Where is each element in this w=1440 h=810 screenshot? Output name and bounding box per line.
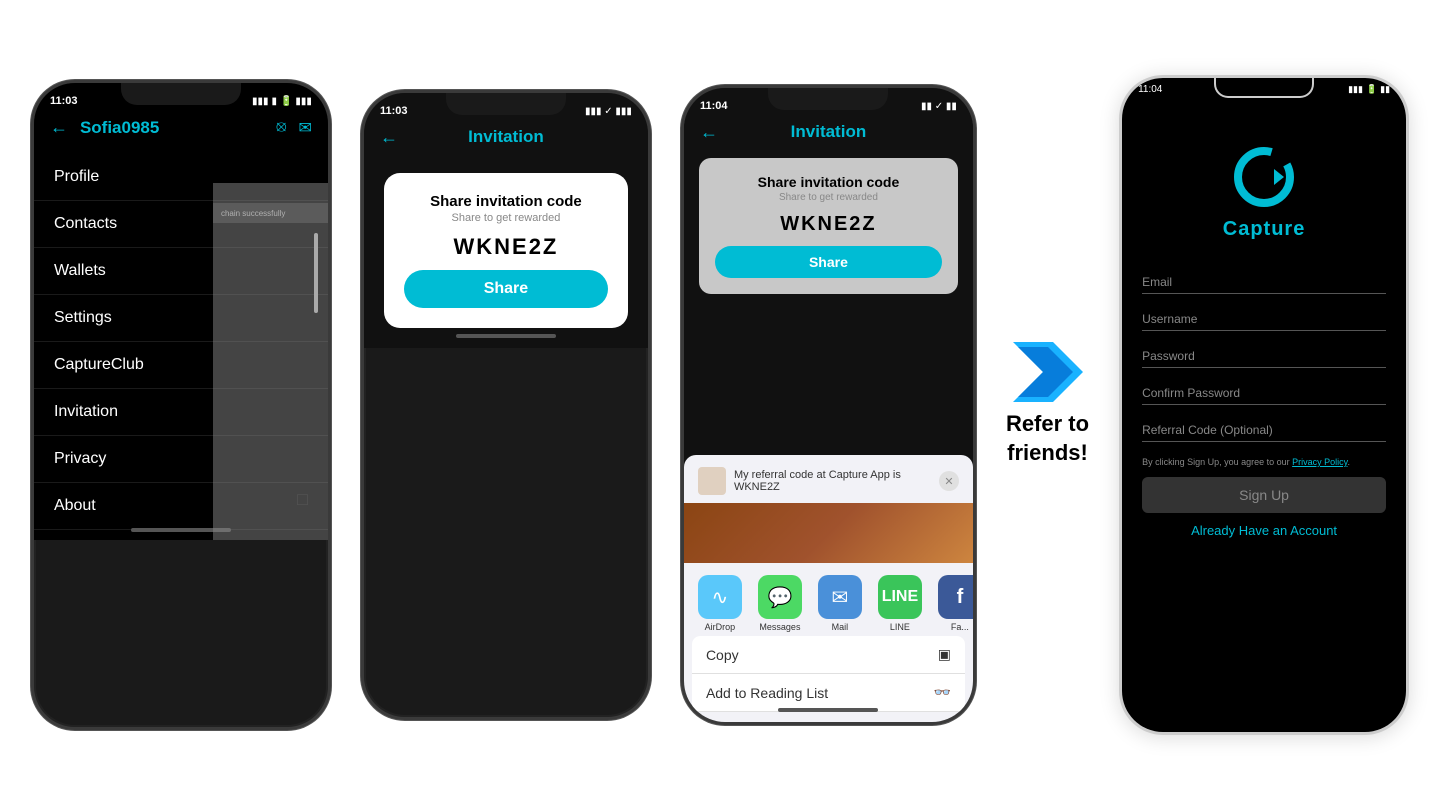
- referral-label: Referral Code (Optional): [1142, 423, 1386, 437]
- phone2-header: ← Invitation: [364, 121, 648, 153]
- status-icons-2: ▮▮▮ ✓ ▮▮▮: [585, 106, 632, 117]
- scrollbar: [314, 233, 318, 313]
- email-label: Email: [1142, 275, 1386, 289]
- phone3-title: Invitation: [791, 122, 867, 142]
- share-sheet: My referral code at Capture App is WKNE2…: [684, 455, 973, 722]
- status-icons-3: ▮▮ ✓ ▮▮: [921, 101, 957, 112]
- password-field: Password: [1142, 345, 1386, 368]
- share-sheet-header: My referral code at Capture App is WKNE2…: [684, 455, 973, 503]
- mail-icon[interactable]: ✉: [299, 118, 312, 138]
- side-text: chain successfully: [221, 209, 285, 218]
- phone2-title: Invitation: [468, 127, 544, 147]
- inv-code-3: WKNE2Z: [715, 213, 942, 236]
- time-1: 11:03: [50, 95, 78, 107]
- capture-logo: Capture: [1122, 95, 1406, 261]
- inv-card-title-2: Share invitation code: [404, 193, 608, 210]
- invitation-card-3: Share invitation code Share to get rewar…: [699, 158, 958, 294]
- fa-label: Fa...: [951, 622, 969, 632]
- status-icons-4: ▮▮▮ 🔋 ▮▮: [1348, 84, 1390, 95]
- status-icons-1: ▮▮▮ ▮ 🔋 ▮▮▮: [252, 96, 312, 107]
- notch-2: [446, 93, 566, 115]
- capture-bottom-icon: □: [297, 489, 308, 510]
- mail-label: Mail: [832, 622, 849, 632]
- signup-button[interactable]: Sign Up: [1142, 477, 1386, 513]
- share-app-mail[interactable]: ✉ Mail: [814, 575, 866, 632]
- share-app-fa[interactable]: f Fa...: [934, 575, 973, 632]
- share-button-3[interactable]: Share: [715, 246, 942, 278]
- notch-4: [1214, 78, 1314, 98]
- time-3: 11:04: [700, 100, 728, 112]
- reading-list-label: Add to Reading List: [706, 685, 828, 701]
- inv-card-title-3: Share invitation code: [715, 174, 942, 190]
- mail-share-icon: ✉: [832, 585, 849, 610]
- terms-text: By clicking Sign Up, you agree to our Pr…: [1142, 456, 1386, 469]
- capture-c-logo: [1232, 145, 1297, 210]
- back-arrow-1[interactable]: ←: [50, 117, 68, 138]
- share-app-line[interactable]: LINE LINE: [874, 575, 926, 632]
- messages-label: Messages: [759, 622, 800, 632]
- share-image-preview: [684, 503, 973, 563]
- airdrop-label: AirDrop: [705, 622, 736, 632]
- copy-icon: ▣: [938, 646, 951, 663]
- fb-icon: f: [957, 586, 964, 609]
- share-preview-text: My referral code at Capture App is WKNE2…: [734, 469, 939, 493]
- share-apps-row: ∿ AirDrop 💬 Messages ✉ Mail: [684, 571, 973, 636]
- airdrop-icon: ∿: [712, 585, 729, 610]
- notch-3: [768, 88, 888, 110]
- preview-icon: [698, 467, 726, 495]
- username-label: Username: [1142, 312, 1386, 326]
- phone3-header: ← Invitation: [684, 116, 973, 148]
- time-2: 11:03: [380, 105, 408, 117]
- phone1-title: Sofia0985: [80, 118, 159, 138]
- arrow-section: Refer to friends!: [1006, 342, 1089, 467]
- confirm-password-field: Confirm Password: [1142, 382, 1386, 405]
- phone-1: 11:03 ▮▮▮ ▮ 🔋 ▮▮▮ ← Sofia0985 ⦻ ✉ chain …: [31, 80, 331, 730]
- blue-arrow-icon: [1013, 342, 1083, 402]
- notch-1: [121, 83, 241, 105]
- back-arrow-3[interactable]: ←: [700, 122, 718, 143]
- close-sheet-button[interactable]: ✕: [939, 471, 959, 491]
- copy-row[interactable]: Copy ▣: [692, 636, 965, 674]
- refer-text: Refer to friends!: [1006, 410, 1089, 467]
- history-icon[interactable]: ⦻: [276, 118, 287, 138]
- privacy-policy-link[interactable]: Privacy Policy: [1292, 457, 1347, 467]
- messages-icon: 💬: [767, 585, 792, 610]
- home-indicator-2: [456, 334, 556, 338]
- share-app-airdrop[interactable]: ∿ AirDrop: [694, 575, 746, 632]
- email-field: Email: [1142, 271, 1386, 294]
- confirm-password-label: Confirm Password: [1142, 386, 1386, 400]
- line-label: LINE: [890, 622, 910, 632]
- glasses-icon: 👓: [934, 684, 951, 701]
- phone1-header: ← Sofia0985 ⦻ ✉: [34, 111, 328, 144]
- time-4: 11:04: [1138, 84, 1162, 95]
- referral-field: Referral Code (Optional): [1142, 419, 1386, 442]
- share-button-2[interactable]: Share: [404, 270, 608, 308]
- header-icons-1: ⦻ ✉: [276, 118, 312, 138]
- home-indicator-3: [778, 708, 878, 712]
- copy-label: Copy: [706, 647, 739, 663]
- inv-code-2: WKNE2Z: [404, 234, 608, 260]
- already-account-link[interactable]: Already Have an Account: [1142, 523, 1386, 538]
- back-arrow-2[interactable]: ←: [380, 127, 398, 148]
- inv-card-subtitle-3: Share to get rewarded: [715, 192, 942, 203]
- invitation-card-2: Share invitation code Share to get rewar…: [384, 173, 628, 328]
- username-field: Username: [1142, 308, 1386, 331]
- password-label: Password: [1142, 349, 1386, 363]
- phone-4: 11:04 ▮▮▮ 🔋 ▮▮ Capture Email Username Pa…: [1119, 75, 1409, 735]
- inv-card-subtitle-2: Share to get rewarded: [404, 212, 608, 224]
- reading-list-row[interactable]: Add to Reading List 👓: [692, 674, 965, 712]
- capture-brand-label: Capture: [1223, 218, 1306, 241]
- line-icon: LINE: [882, 588, 918, 606]
- phone-2: 11:03 ▮▮▮ ✓ ▮▮▮ ← Invitation Share invit…: [361, 90, 651, 720]
- registration-form: Email Username Password Confirm Password…: [1122, 261, 1406, 548]
- share-rows: Copy ▣ Add to Reading List 👓: [692, 636, 965, 712]
- phone-3: 11:04 ▮▮ ✓ ▮▮ ← Invitation Share invitat…: [681, 85, 976, 725]
- share-app-messages[interactable]: 💬 Messages: [754, 575, 806, 632]
